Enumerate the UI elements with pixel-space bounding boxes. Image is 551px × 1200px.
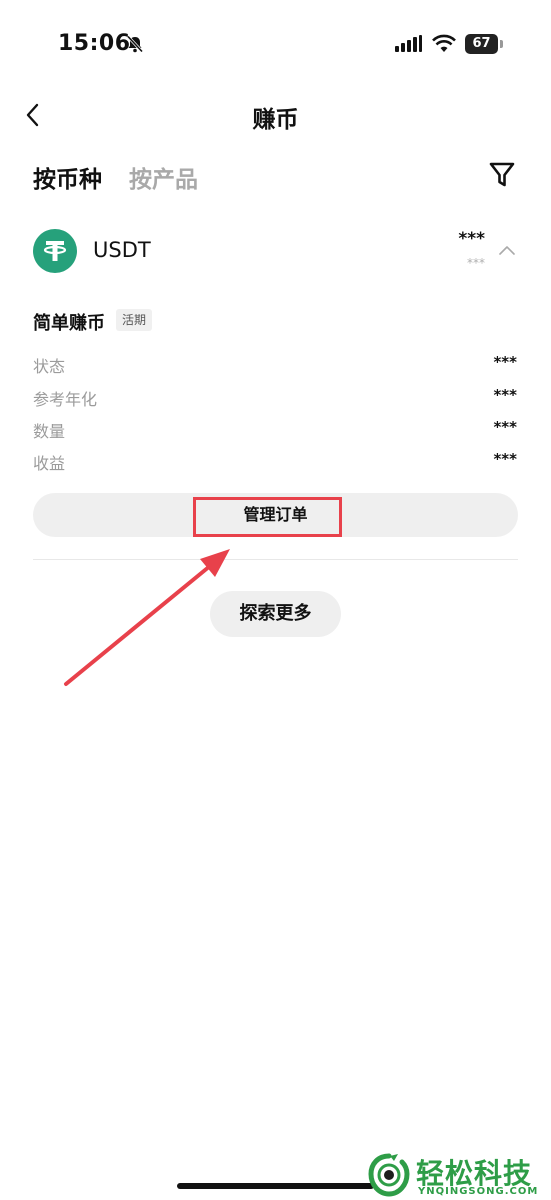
page-title: 赚币 (252, 107, 299, 133)
status-time: 15:06 (58, 31, 131, 56)
battery-indicator: 67 (465, 34, 503, 54)
highlight-box (193, 497, 342, 537)
signal-icon (395, 35, 422, 52)
info-label-quantity: 数量 (33, 422, 66, 441)
info-value-earnings: *** (493, 450, 517, 468)
bell-muted-icon (126, 35, 144, 53)
info-value-quantity: *** (493, 418, 517, 436)
asset-amount: *** (458, 229, 485, 249)
tab-by-coin[interactable]: 按币种 (33, 160, 102, 194)
divider (33, 559, 518, 560)
product-name: 简单赚币 (33, 313, 105, 334)
status-bar: 15:06 67 (0, 0, 551, 90)
battery-tip (500, 40, 503, 48)
filter-icon[interactable] (488, 160, 516, 190)
asset-sub-amount: *** (467, 256, 485, 270)
info-label-status: 状态 (33, 357, 66, 376)
info-label-earnings: 收益 (33, 454, 66, 473)
usdt-logo-icon (33, 229, 77, 273)
home-indicator (177, 1183, 374, 1189)
watermark-sub: YNQINGSONG.COM (418, 1186, 539, 1197)
info-label-apy: 参考年化 (33, 390, 98, 409)
explore-more-button[interactable]: 探索更多 (210, 591, 341, 637)
asset-name[interactable]: USDT (93, 238, 151, 262)
info-value-status: *** (493, 353, 517, 371)
chevron-up-icon[interactable] (498, 244, 516, 256)
battery-level: 67 (465, 34, 498, 54)
tab-by-product[interactable]: 按产品 (129, 160, 198, 194)
info-value-apy: *** (493, 386, 517, 404)
wifi-icon (432, 34, 456, 52)
product-badge: 活期 (116, 309, 153, 331)
watermark-logo-icon (368, 1153, 410, 1197)
